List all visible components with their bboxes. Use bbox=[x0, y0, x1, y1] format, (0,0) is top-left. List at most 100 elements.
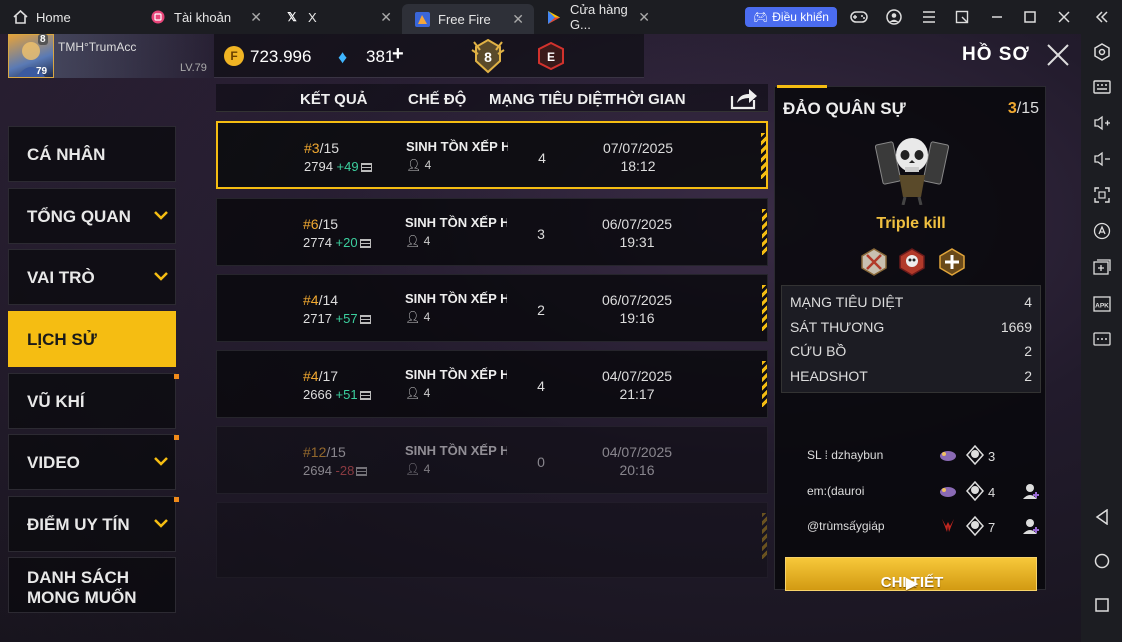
pet-icon bbox=[940, 451, 956, 461]
medal-icon bbox=[939, 248, 965, 276]
add-diamond-button[interactable]: + bbox=[392, 43, 404, 66]
profile-header: 8 79 TMH°TrumAcc LV.79 F 723.996 ♦ 381 +… bbox=[0, 34, 1081, 80]
rank-emblem-icon[interactable]: 8 bbox=[470, 38, 506, 74]
collapse-sidebar-icon[interactable] bbox=[1093, 8, 1111, 26]
page-title: HỒ SƠ bbox=[962, 44, 1030, 65]
details-icon bbox=[356, 467, 368, 477]
table-row[interactable]: #3/15 2794 +49 SINH TỒN XẾP HẠ 👤︎ 4 4 07… bbox=[216, 121, 768, 189]
recent-apps-icon[interactable] bbox=[1092, 595, 1112, 615]
teammate-row[interactable]: SL ⁞ dzhaybun 3 bbox=[775, 439, 1047, 473]
details-icon bbox=[359, 391, 371, 401]
nav-label: ĐIỂM UY TÍN bbox=[27, 515, 130, 534]
home-icon bbox=[12, 9, 28, 25]
nav-label: CÁ NHÂN bbox=[27, 145, 106, 164]
history-table-header: KẾT QUẢ CHẾ ĐỘ MẠNG TIÊU DIỆT THỜI GIAN bbox=[216, 84, 768, 112]
rank-points: 2794 +49 bbox=[304, 159, 372, 174]
tab-x[interactable]: 𝕏 X ✕ bbox=[272, 0, 402, 34]
table-row[interactable]: #4/14 2717 +57 SINH TỒN XẾP HẠ 👤︎ 4 2 06… bbox=[216, 274, 768, 342]
restore-window-icon[interactable] bbox=[953, 8, 971, 26]
details-button[interactable]: CHI TIẾT ▶ bbox=[785, 557, 1037, 592]
tab-home[interactable]: Home bbox=[0, 0, 138, 34]
nav-overview[interactable]: TỔNG QUAN bbox=[8, 188, 176, 244]
teammate-row[interactable]: @trùmsấygiáp 7 bbox=[775, 510, 1047, 544]
nav-label: VAI TRÒ bbox=[27, 268, 95, 287]
stat-value: 4 bbox=[1024, 294, 1032, 310]
game-mode: SINH TỒN XẾP HẠ bbox=[405, 443, 507, 458]
tab-play-store[interactable]: Cửa hàng G... ✕ bbox=[534, 0, 660, 34]
match-time: 21:17 bbox=[619, 386, 655, 402]
header-mode: CHẾ ĐỘ bbox=[408, 91, 467, 108]
macro-icon[interactable] bbox=[1092, 221, 1112, 241]
more-options-icon[interactable] bbox=[1092, 329, 1112, 349]
nav-personal[interactable]: CÁ NHÂN bbox=[8, 126, 176, 182]
keyboard-icon[interactable] bbox=[1092, 77, 1112, 97]
nav-role[interactable]: VAI TRÒ bbox=[8, 249, 176, 305]
control-button[interactable]: 🎮︎ Điều khiển bbox=[745, 7, 837, 27]
game-mode: SINH TỒN XẾP HẠ bbox=[406, 139, 508, 154]
stat-label: SÁT THƯƠNG bbox=[790, 319, 885, 335]
close-tab-icon[interactable]: ✕ bbox=[250, 9, 262, 26]
chevron-down-icon bbox=[154, 457, 168, 466]
row-accent bbox=[761, 133, 766, 179]
teammate-kills: 3 bbox=[988, 449, 996, 464]
nav-video[interactable]: VIDEO bbox=[8, 434, 179, 490]
close-tab-icon[interactable]: ✕ bbox=[380, 9, 392, 26]
x-icon: 𝕏 bbox=[287, 10, 297, 24]
settings-hex-icon[interactable] bbox=[1092, 42, 1112, 62]
tab-account[interactable]: Tài khoản ✕ bbox=[138, 0, 272, 34]
close-icon[interactable] bbox=[1044, 42, 1072, 70]
nav-wishlist[interactable]: DANH SÁCH MONG MUỐN bbox=[8, 557, 176, 613]
minimize-icon[interactable] bbox=[988, 8, 1006, 26]
back-icon[interactable] bbox=[1092, 507, 1112, 527]
kill-count: 3 bbox=[537, 226, 545, 242]
nav-history[interactable]: LỊCH SỬ bbox=[8, 311, 176, 367]
add-friend-icon[interactable] bbox=[1021, 516, 1041, 536]
play-store-icon bbox=[546, 9, 562, 25]
details-icon bbox=[359, 239, 371, 249]
kill-count: 0 bbox=[537, 454, 545, 470]
nav-weapons[interactable]: VŨ KHÍ bbox=[8, 373, 179, 429]
svg-text:APK: APK bbox=[1095, 303, 1109, 310]
team-size: 👤︎ 4 bbox=[406, 158, 432, 172]
game-mode: SINH TỒN XẾP HẠ bbox=[405, 367, 507, 382]
volume-up-icon[interactable] bbox=[1092, 113, 1112, 133]
avatar-level-badge: 79 bbox=[36, 66, 48, 77]
tab-free-fire[interactable]: Free Fire ✕ bbox=[402, 4, 534, 34]
match-date: 07/07/2025 bbox=[602, 140, 674, 156]
notification-dot bbox=[174, 497, 179, 502]
stat-label: CỨU BỒ bbox=[790, 343, 847, 359]
screenshot-icon[interactable] bbox=[1092, 185, 1112, 205]
volume-down-icon[interactable] bbox=[1092, 149, 1112, 169]
menu-icon[interactable] bbox=[920, 8, 938, 26]
teammate-row[interactable]: em:(dauroi 4 bbox=[775, 475, 1047, 509]
table-row[interactable]: #12/15 2694 -28 SINH TỒN XẾP HẠ 👤︎ 4 0 0… bbox=[216, 426, 768, 494]
app-icon bbox=[150, 9, 166, 25]
person-icon: 👤︎ bbox=[405, 310, 421, 324]
match-rank: #4/17 bbox=[303, 368, 339, 384]
maximize-icon[interactable] bbox=[1021, 8, 1039, 26]
home-circle-icon[interactable] bbox=[1092, 551, 1112, 571]
stat-value: 2 bbox=[1024, 368, 1032, 384]
multi-instance-icon[interactable] bbox=[1092, 257, 1112, 277]
close-tab-icon[interactable]: ✕ bbox=[638, 9, 650, 26]
add-friend-icon[interactable] bbox=[1021, 481, 1041, 501]
e-badge-icon[interactable]: E bbox=[538, 42, 564, 70]
account-icon[interactable] bbox=[885, 8, 903, 26]
nav-reputation[interactable]: ĐIỂM UY TÍN bbox=[8, 496, 179, 552]
close-window-icon[interactable] bbox=[1055, 8, 1073, 26]
table-row[interactable]: #6/15 2774 +20 SINH TỒN XẾP HẠ 👤︎ 4 3 06… bbox=[216, 198, 768, 266]
match-detail-panel: ĐẢO QUÂN SỰ 3/15 Triple kill MẠNG TIÊU D… bbox=[774, 85, 1047, 592]
match-time: 18:12 bbox=[620, 158, 656, 174]
row-accent bbox=[762, 209, 767, 255]
skull-kill-icon bbox=[965, 481, 985, 501]
teammate-kills: 7 bbox=[988, 520, 996, 535]
match-rank: #4/14 bbox=[303, 292, 339, 308]
tab-label: X bbox=[308, 9, 317, 25]
gamepad-icon[interactable] bbox=[850, 8, 868, 26]
stat-label: MẠNG TIÊU DIỆT bbox=[790, 294, 904, 310]
apk-install-icon[interactable]: APK bbox=[1092, 293, 1112, 313]
table-row[interactable]: #4/17 2666 +51 SINH TỒN XẾP HẠ 👤︎ 4 4 04… bbox=[216, 350, 768, 418]
share-icon[interactable] bbox=[730, 86, 758, 110]
map-name: ĐẢO QUÂN SỰ bbox=[783, 99, 906, 118]
close-tab-icon[interactable]: ✕ bbox=[512, 11, 524, 28]
